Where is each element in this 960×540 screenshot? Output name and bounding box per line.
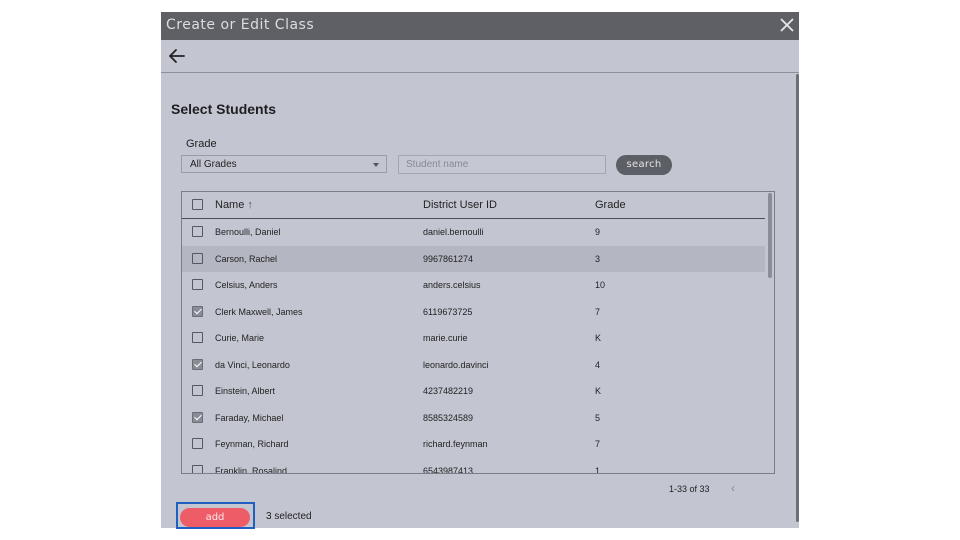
student-grade: K [595,333,602,343]
student-grade: 7 [595,439,601,449]
row-checkbox[interactable] [192,252,203,264]
table-row[interactable]: Faraday, Michael 8585324589 5 [182,405,765,432]
dialog-title: Create or Edit Class [166,17,315,33]
row-checkbox[interactable] [192,305,203,317]
student-grade: 7 [595,306,601,317]
student-name: Einstein, Albert [215,386,276,396]
chevron-down-icon [373,163,379,167]
table-row[interactable]: da Vinci, Leonardo leonardo.davinci 4 [182,352,765,379]
row-checkbox[interactable] [192,226,203,237]
grade-filter-label: Grade [186,138,217,150]
table-row[interactable]: Clerk Maxwell, James 6119673725 7 [182,299,765,326]
student-name: Curie, Marie [215,333,265,343]
district-user-id: richard.feynman [423,439,488,449]
dialog-titlebar: Create or Edit Class [161,12,799,40]
student-name: Clerk Maxwell, James [215,306,303,317]
create-edit-class-dialog: Create or Edit Class Select Students Gra… [161,12,799,528]
student-name-input[interactable] [398,155,606,174]
table-body: Bernoulli, Daniel daniel.bernoulli 9 Carson… [182,219,765,474]
table-row[interactable]: Curie, Marie marie.curie K [182,325,765,352]
dialog-content: Select Students Grade All Grades search … [161,73,799,528]
table-scrollbar-thumb[interactable] [768,193,772,278]
student-name: Celsius, Anders [215,280,278,290]
district-user-id: leonardo.davinci [423,359,489,370]
add-button[interactable]: add [180,508,250,527]
student-name: da Vinci, Leonardo [215,359,290,370]
row-checkbox[interactable] [192,385,203,396]
row-checkbox[interactable] [192,464,203,473]
district-user-id: 4237482219 [423,386,474,396]
student-name: Franklin, Rosalind [215,465,288,474]
district-user-id: 8585324589 [423,412,474,423]
district-user-id: daniel.bernoulli [423,227,484,237]
student-name: Feynman, Richard [215,439,289,449]
row-checkbox[interactable] [192,279,203,290]
student-grade: 5 [595,412,601,423]
student-name: Carson, Rachel [215,253,278,264]
select-all-checkbox[interactable] [192,199,203,210]
table-row[interactable]: Feynman, Richard richard.feynman 7 [182,431,765,458]
student-name: Faraday, Michael [215,412,284,423]
row-checkbox[interactable] [192,358,203,370]
students-table: Name ↑ District User ID Grade Bernoulli, … [181,191,775,474]
sort-ascending-icon: ↑ [247,199,253,211]
table-header: Name ↑ District User ID Grade [182,192,765,219]
row-checkbox[interactable] [192,438,203,449]
student-grade: 1 [595,465,601,474]
student-grade: 3 [595,253,601,264]
dialog-navbar [161,40,799,73]
grade-select-value: All Grades [190,159,237,170]
student-name: Bernoulli, Daniel [215,227,281,237]
district-user-id: anders.celsius [423,280,481,290]
column-header-district-id[interactable]: District User ID [423,199,497,211]
column-header-grade[interactable]: Grade [595,199,626,211]
page-title: Select Students [171,101,277,117]
search-button[interactable]: search [616,155,672,175]
student-grade: 9 [595,227,601,237]
close-icon[interactable] [779,17,795,33]
table-row[interactable]: Celsius, Anders anders.celsius 10 [182,272,765,299]
column-header-name-label: Name [215,199,245,211]
student-grade: 4 [595,359,601,370]
district-user-id: 9967861274 [423,253,474,264]
table-row[interactable]: Franklin, Rosalind 6543987413 1 [182,458,765,474]
column-header-name[interactable]: Name ↑ [215,199,253,211]
back-arrow-icon[interactable] [168,47,186,65]
student-grade: 10 [595,280,606,290]
table-row[interactable]: Einstein, Albert 4237482219 K [182,378,765,405]
prev-page-icon[interactable]: ‹ [731,481,735,495]
student-grade: K [595,386,602,396]
pagination-range: 1-33 of 33 [669,484,710,494]
district-user-id: marie.curie [423,333,468,343]
district-user-id: 6543987413 [423,465,474,474]
row-checkbox[interactable] [192,332,203,343]
row-checkbox[interactable] [192,411,203,423]
table-row[interactable]: Carson, Rachel 9967861274 3 [182,245,765,272]
district-user-id: 6119673725 [423,306,473,317]
table-row[interactable]: Bernoulli, Daniel daniel.bernoulli 9 [182,219,765,246]
grade-select[interactable]: All Grades [181,155,387,173]
